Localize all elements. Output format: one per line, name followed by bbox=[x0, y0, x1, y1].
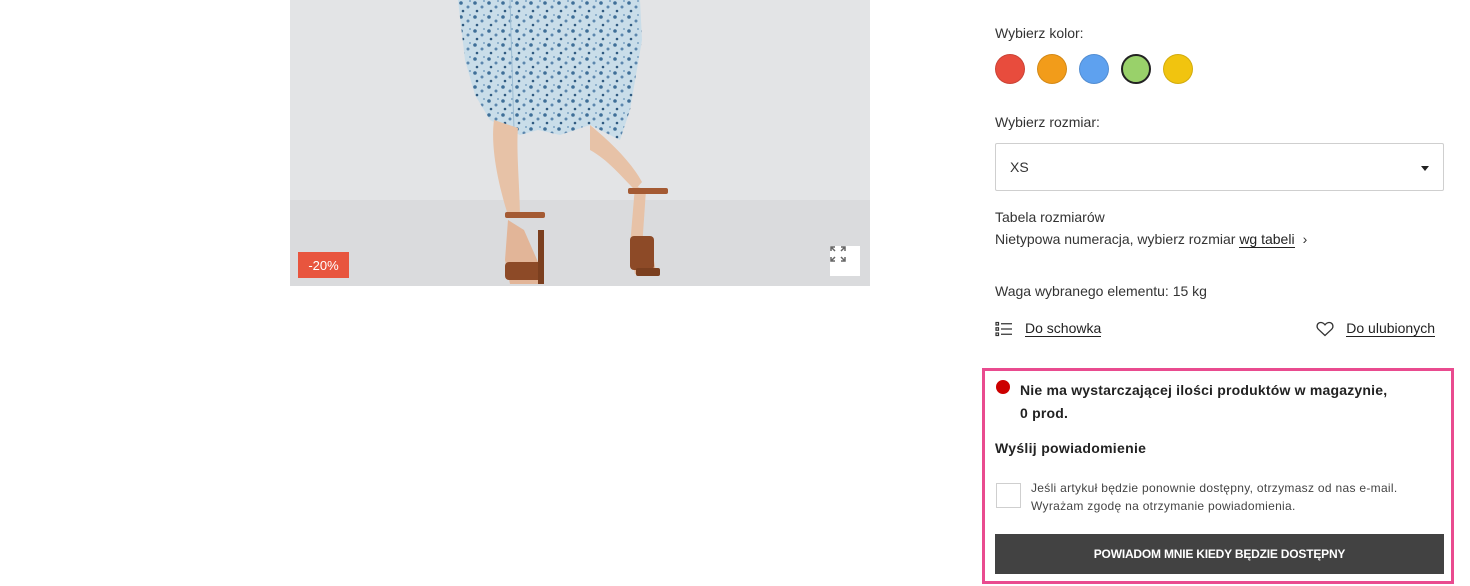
color-swatch-yellow[interactable] bbox=[1163, 54, 1193, 84]
product-image[interactable]: -20% bbox=[290, 0, 870, 286]
fullscreen-button[interactable] bbox=[830, 246, 860, 276]
size-table-link[interactable]: wg tabeli bbox=[1239, 231, 1295, 248]
consent-line-1: Jeśli artykuł będzie ponownie dostępny, … bbox=[1031, 481, 1398, 495]
stock-status-line-2: 0 prod. bbox=[1020, 405, 1069, 421]
list-icon bbox=[995, 321, 1012, 336]
color-label: Wybierz kolor: bbox=[995, 25, 1084, 41]
color-swatch-blue[interactable] bbox=[1079, 54, 1109, 84]
color-swatch-green[interactable] bbox=[1121, 54, 1151, 84]
size-table-note: Nietypowa numeracja, wybierz rozmiar wg … bbox=[995, 231, 1308, 248]
consent-text: Jeśli artykuł będzie ponownie dostępny, … bbox=[1031, 479, 1441, 515]
color-swatch-red[interactable] bbox=[995, 54, 1025, 84]
product-photo-illustration bbox=[290, 0, 870, 286]
color-swatch-orange[interactable] bbox=[1037, 54, 1067, 84]
out-of-stock-notify-box: Nie ma wystarczającej ilości produktów w… bbox=[982, 368, 1454, 584]
color-swatches bbox=[995, 54, 1193, 84]
heart-icon bbox=[1316, 321, 1334, 336]
stock-status-line-1: Nie ma wystarczającej ilości produktów w… bbox=[1020, 382, 1388, 398]
consent-line-2: Wyrażam zgodę na otrzymanie powiadomieni… bbox=[1031, 499, 1296, 513]
add-to-clipboard-label: Do schowka bbox=[1025, 320, 1102, 337]
add-to-clipboard-button[interactable]: Do schowka bbox=[995, 320, 1102, 337]
notify-title: Wyślij powiadomienie bbox=[995, 440, 1147, 456]
chevron-right-icon: › bbox=[1302, 231, 1308, 247]
expand-icon bbox=[830, 246, 846, 262]
size-table-title: Tabela rozmiarów bbox=[995, 209, 1105, 225]
consent-checkbox[interactable] bbox=[996, 483, 1021, 508]
size-table-text: Nietypowa numeracja, wybierz rozmiar bbox=[995, 231, 1236, 247]
notify-me-button[interactable]: POWIADOM MNIE KIEDY BĘDZIE DOSTĘPNY bbox=[995, 534, 1444, 574]
discount-badge: -20% bbox=[298, 252, 349, 278]
size-select-value: XS bbox=[1010, 159, 1029, 175]
add-to-favorites-label: Do ulubionych bbox=[1346, 320, 1435, 337]
size-label: Wybierz rozmiar: bbox=[995, 114, 1100, 130]
stock-status-text: Nie ma wystarczającej ilości produktów w… bbox=[1020, 379, 1430, 425]
caret-down-icon bbox=[1421, 166, 1429, 171]
product-actions: Do schowka Do ulubionych bbox=[995, 320, 1435, 340]
stock-status-dot-icon bbox=[996, 380, 1010, 394]
weight-text: Waga wybranego elementu: 15 kg bbox=[995, 283, 1207, 299]
add-to-favorites-button[interactable]: Do ulubionych bbox=[1316, 320, 1435, 337]
size-select[interactable]: XS bbox=[995, 143, 1444, 191]
